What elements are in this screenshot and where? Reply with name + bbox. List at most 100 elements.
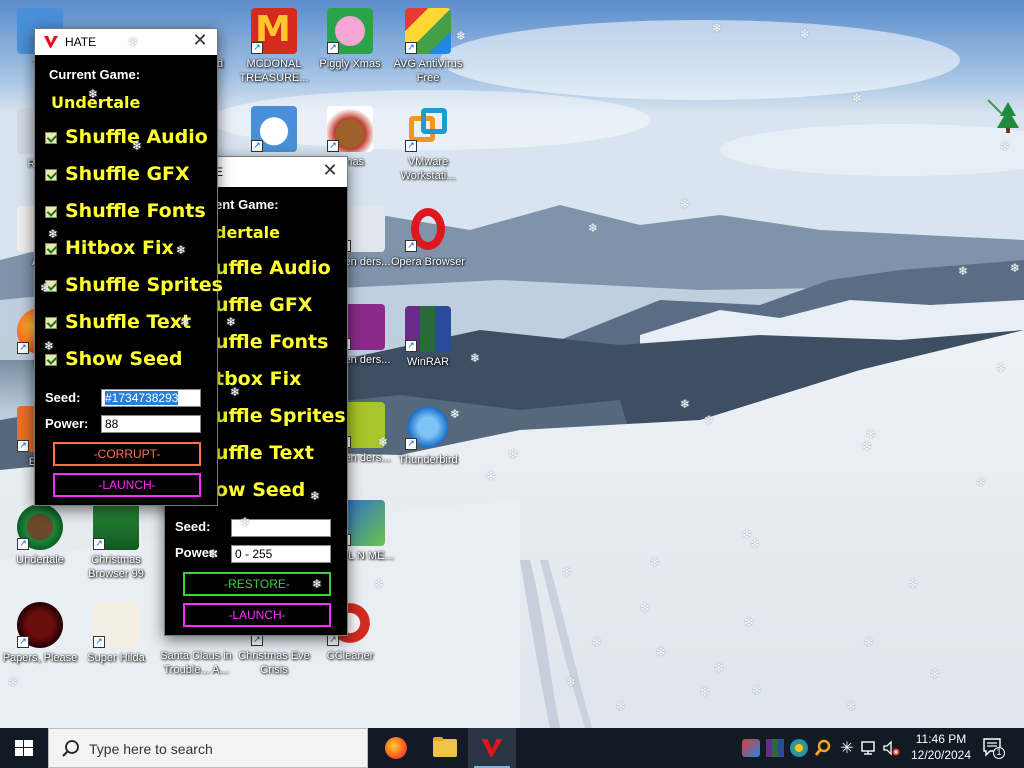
- notification-center-button[interactable]: 1: [982, 737, 1006, 759]
- title-bar[interactable]: HATE ✕: [35, 29, 217, 55]
- seed-input[interactable]: #1734738293: [101, 389, 201, 407]
- taskbar-firefox[interactable]: [372, 728, 420, 768]
- corrupt-button[interactable]: -CORRUPT-: [53, 442, 201, 466]
- restore-button[interactable]: -RESTORE-: [183, 572, 331, 596]
- hate-window-front[interactable]: HATE ✕ Current Game: Undertale Shuffle A…: [34, 28, 223, 506]
- notification-count: 1: [996, 747, 1002, 757]
- current-game-label: Current Game:: [49, 67, 141, 82]
- tray-app-icon[interactable]: [742, 739, 760, 757]
- checkbox-checked[interactable]: [45, 243, 57, 255]
- taskbar-file-explorer[interactable]: [420, 728, 468, 768]
- power-label: Power:: [45, 416, 89, 431]
- current-game-value: dertale: [215, 223, 280, 242]
- desktop-icon-winrar[interactable]: ↗ WinRAR: [388, 306, 468, 369]
- tray-app-icon[interactable]: [790, 739, 808, 757]
- hate-icon: [481, 739, 503, 757]
- desktop-icon-label: Super Hilda: [87, 652, 145, 664]
- desktop-icon-super-hilda[interactable]: ↗ Super Hilda: [76, 602, 156, 665]
- shortcut-arrow-icon: ↗: [17, 440, 29, 452]
- shortcut-arrow-icon: ↗: [405, 340, 417, 352]
- tray-search-icon[interactable]: [814, 739, 832, 757]
- power-label: Power:: [175, 545, 219, 560]
- shortcut-arrow-icon: ↗: [327, 140, 339, 152]
- search-icon: [62, 740, 79, 757]
- papers-please-icon: ↗: [17, 602, 63, 648]
- shortcut-arrow-icon: ↗: [405, 438, 417, 450]
- system-clock[interactable]: 11:46 PM 12/20/2024: [906, 731, 976, 763]
- clock-date: 12/20/2024: [910, 748, 972, 762]
- shortcut-arrow-icon: ↗: [405, 140, 417, 152]
- volume-muted-icon[interactable]: [882, 739, 900, 757]
- super-hilda-icon: ↗: [93, 602, 139, 648]
- desktop-icon-christmas-browser[interactable]: ↗ Christmas Browser 99: [76, 504, 156, 581]
- desktop-icon-opera[interactable]: ↗ Opera Browser: [388, 206, 468, 269]
- desktop-icon-undertale[interactable]: ↗ Undertale: [0, 504, 80, 567]
- winrar-icon: ↗: [405, 306, 451, 352]
- tray-winrar-icon[interactable]: [766, 739, 784, 757]
- pig-icon: ↗: [327, 8, 373, 54]
- launch-button[interactable]: -LAUNCH-: [53, 473, 201, 497]
- snowman-icon: ↗: [251, 106, 297, 152]
- desktop-icon-label: Santa Claus in Trouble... A...: [160, 650, 232, 676]
- close-button[interactable]: ✕: [189, 31, 211, 53]
- desktop-icon-mcdonald[interactable]: M ↗ MCDONAL TREASURE...: [234, 8, 314, 85]
- desktop-icon-label: Christmas Eve Crisis: [238, 650, 310, 676]
- launch-button[interactable]: -LAUNCH-: [183, 603, 331, 627]
- shortcut-arrow-icon: ↗: [251, 140, 263, 152]
- seed-label: Seed:: [175, 519, 211, 534]
- shortcut-arrow-icon: ↗: [17, 538, 29, 550]
- desktop-icon-label: CCleaner: [326, 650, 374, 662]
- desktop-icon-piggly-xmas[interactable]: ↗ Piggly Xmas: [310, 8, 390, 71]
- thunderbird-icon: ↗: [405, 404, 451, 450]
- close-button[interactable]: ✕: [319, 161, 341, 183]
- search-box[interactable]: Type here to search: [48, 728, 368, 768]
- shortcut-arrow-icon: ↗: [93, 636, 105, 648]
- taskbar: Type here to search ✳ 11:46 PM 12/20/202…: [0, 728, 1024, 768]
- shortcut-arrow-icon: ↗: [251, 42, 263, 54]
- desktop-icon-label: Opera Browser: [391, 256, 465, 268]
- power-input[interactable]: 88: [101, 415, 201, 433]
- mcdonalds-icon: M ↗: [251, 8, 297, 54]
- opera-icon: ↗: [405, 206, 451, 252]
- shortcut-arrow-icon: ↗: [17, 342, 29, 354]
- checkbox-checked[interactable]: [45, 132, 57, 144]
- desktop-icon-vmware[interactable]: ↗ VMware Workstati...: [388, 106, 468, 183]
- windows-logo-icon: [15, 740, 33, 756]
- power-input[interactable]: 0 - 255: [231, 545, 331, 563]
- desktop-icon-label: Papers, Please: [2, 652, 78, 664]
- window-title: HATE: [65, 35, 97, 49]
- vmware-icon: ↗: [405, 106, 451, 152]
- avg-antivirus-icon: ↗: [405, 8, 451, 54]
- undertale-icon: ↗: [17, 504, 63, 550]
- current-game-label: ent Game:: [215, 197, 279, 212]
- current-game-value: Undertale: [51, 93, 141, 112]
- desktop-icon-label: WinRAR: [406, 356, 450, 368]
- checkbox-checked[interactable]: [45, 317, 57, 329]
- start-button[interactable]: [0, 728, 48, 768]
- seed-input-value: #1734738293: [105, 391, 179, 405]
- christmas-tree-icon: ↗: [93, 504, 139, 550]
- desktop-icon-label: MCDONAL TREASURE...: [239, 58, 309, 84]
- desktop-icon-papers-please[interactable]: ↗ Papers, Please: [0, 602, 80, 665]
- hate-logo-icon: [44, 36, 58, 48]
- checkbox-checked[interactable]: [45, 280, 57, 292]
- desktop-icon-thunderbird[interactable]: ↗ Thunderbird: [388, 404, 468, 467]
- search-placeholder: Type here to search: [89, 741, 213, 757]
- shortcut-arrow-icon: ↗: [327, 42, 339, 54]
- desktop-icon-snowman[interactable]: ↗: [234, 106, 314, 152]
- shortcut-arrow-icon: ↗: [405, 240, 417, 252]
- desktop-icon-avg[interactable]: ↗ AVG AntiVirus Free: [388, 8, 468, 85]
- checkbox-checked[interactable]: [45, 206, 57, 218]
- teddy-bear-icon: ↗: [327, 106, 373, 152]
- seed-input[interactable]: [231, 519, 331, 537]
- taskbar-hate[interactable]: [468, 728, 516, 768]
- checkbox-checked[interactable]: [45, 169, 57, 181]
- network-icon[interactable]: [860, 739, 878, 757]
- desktop-icon-label: Undertale: [16, 554, 64, 566]
- desktop-icon-label: Piggly Xmas: [319, 58, 381, 70]
- tray-star-icon[interactable]: ✳: [838, 739, 856, 757]
- clock-time: 11:46 PM: [915, 732, 967, 746]
- shortcut-arrow-icon: ↗: [405, 42, 417, 54]
- checkbox-checked[interactable]: [45, 354, 57, 366]
- shortcut-arrow-icon: ↗: [93, 538, 105, 550]
